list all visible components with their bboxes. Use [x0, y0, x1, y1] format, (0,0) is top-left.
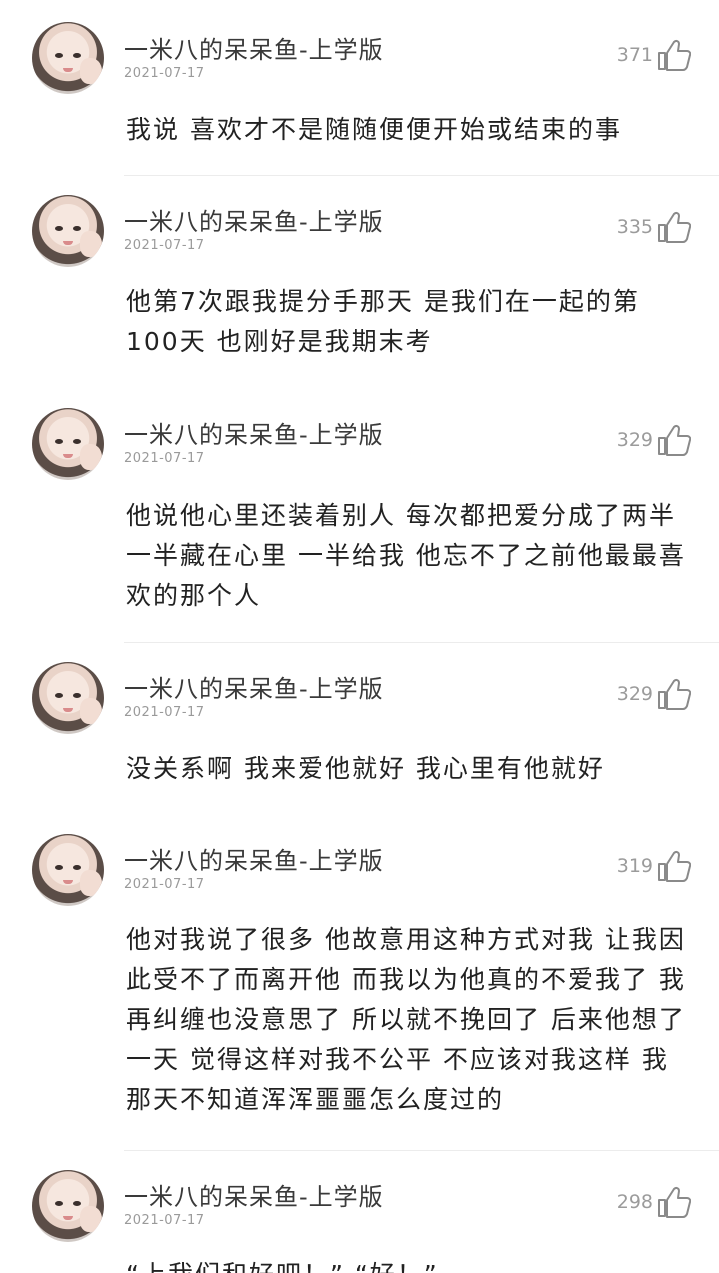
- thumbs-up-icon[interactable]: [657, 1186, 691, 1218]
- like-count: 329: [616, 683, 653, 705]
- comment-date: 2021-07-17: [124, 451, 205, 466]
- thumbs-up-icon[interactable]: [657, 850, 691, 882]
- username[interactable]: 一米八的呆呆鱼-上学版: [124, 415, 384, 450]
- divider: [124, 175, 719, 176]
- comment-date: 2021-07-17: [124, 877, 205, 892]
- avatar[interactable]: [32, 662, 104, 734]
- thumbs-up-icon[interactable]: [657, 678, 691, 710]
- like-count: 335: [616, 216, 653, 238]
- comment-date: 2021-07-17: [124, 1213, 205, 1228]
- thumbs-up-icon[interactable]: [657, 424, 691, 456]
- divider: [124, 1150, 719, 1151]
- avatar[interactable]: [32, 834, 104, 906]
- like-count: 329: [616, 429, 653, 451]
- username[interactable]: 一米八的呆呆鱼-上学版: [124, 1177, 384, 1212]
- thumbs-up-icon[interactable]: [657, 211, 691, 243]
- comment-text: 他对我说了很多 他故意用这种方式对我 让我因此受不了而离开他 而我以为他真的不爱…: [126, 925, 686, 1114]
- comment-text: “上我们和好吧！” “好！”: [126, 1255, 686, 1273]
- thumbs-up-icon[interactable]: [657, 39, 691, 71]
- like-count: 319: [616, 855, 653, 877]
- avatar[interactable]: [32, 408, 104, 480]
- username[interactable]: 一米八的呆呆鱼-上学版: [124, 30, 384, 65]
- comment-text: 他第7次跟我提分手那天 是我们在一起的第100天 也刚好是我期末考: [126, 287, 640, 356]
- like-count: 371: [616, 44, 653, 66]
- avatar[interactable]: [32, 1170, 104, 1242]
- comment-text: 没关系啊 我来爱他就好 我心里有他就好: [126, 754, 605, 783]
- comment-text: 他说他心里还装着别人 每次都把爱分成了两半 一半藏在心里 一半给我 他忘不了之前…: [126, 501, 686, 610]
- comment-text: 我说 喜欢才不是随随便便开始或结束的事: [126, 115, 622, 144]
- comment-date: 2021-07-17: [124, 705, 205, 720]
- avatar[interactable]: [32, 195, 104, 267]
- comment-date: 2021-07-17: [124, 238, 205, 253]
- like-count: 298: [616, 1191, 653, 1213]
- username[interactable]: 一米八的呆呆鱼-上学版: [124, 669, 384, 704]
- username[interactable]: 一米八的呆呆鱼-上学版: [124, 841, 384, 876]
- avatar[interactable]: [32, 22, 104, 94]
- comment-date: 2021-07-17: [124, 66, 205, 81]
- divider: [124, 642, 719, 643]
- username[interactable]: 一米八的呆呆鱼-上学版: [124, 202, 384, 237]
